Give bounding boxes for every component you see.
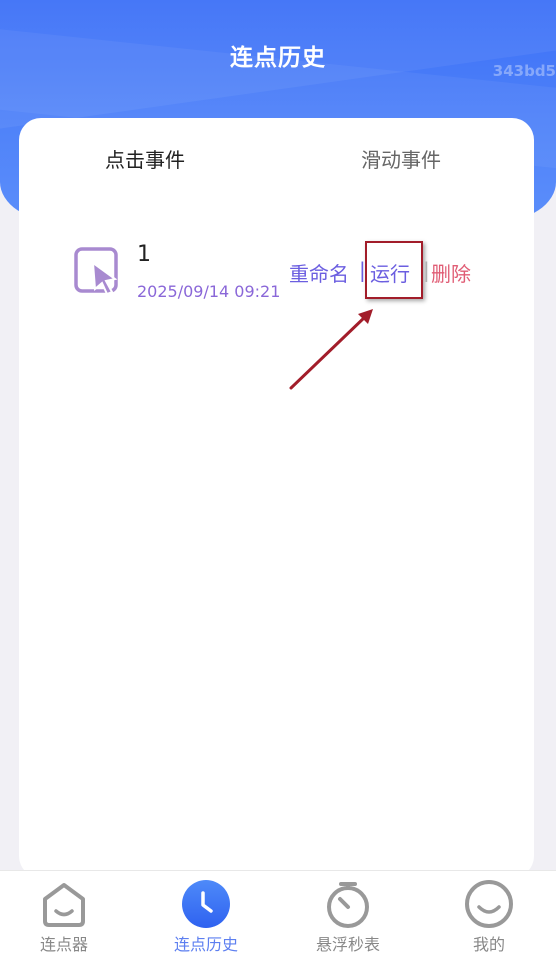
annotation-highlight-box (365, 241, 423, 299)
watermark: 343bd5 (492, 62, 556, 80)
page-title: 连点历史 (230, 45, 326, 71)
nav-item-me[interactable]: 我的 (429, 871, 549, 954)
nav-item-history[interactable]: 连点历史 (146, 871, 266, 954)
annotation-arrow-icon (289, 309, 373, 390)
separator: | (423, 258, 430, 282)
history-card: 点击事件 滑动事件 1 2025/09/14 09:21 重命名 | 运行 | … (19, 118, 534, 878)
list-item: 1 2025/09/14 09:21 重命名 | 运行 | 删除 (19, 238, 534, 308)
nav-label: 连点历史 (173, 935, 238, 954)
record-time: 2025/09/14 09:21 (137, 282, 281, 301)
rename-button[interactable]: 重命名 (289, 258, 349, 287)
nav-item-stopwatch[interactable]: 悬浮秒表 (288, 871, 408, 954)
tab-click-events[interactable]: 点击事件 (105, 144, 185, 173)
smiley-icon (465, 880, 513, 928)
nav-label: 我的 (472, 935, 505, 954)
nav-item-clicker[interactable]: 连点器 (4, 871, 124, 954)
cursor-click-icon (74, 247, 118, 296)
record-name: 1 (137, 242, 151, 267)
tab-swipe-events[interactable]: 滑动事件 (361, 144, 441, 173)
bottom-nav: 连点器 连点历史 悬浮秒表 我的 (0, 870, 556, 954)
nav-label: 悬浮秒表 (315, 935, 380, 954)
nav-label: 连点器 (39, 935, 88, 954)
stopwatch-icon (327, 882, 369, 928)
clock-icon (182, 880, 230, 928)
delete-button[interactable]: 删除 (431, 258, 471, 287)
home-smile-icon (43, 883, 85, 927)
